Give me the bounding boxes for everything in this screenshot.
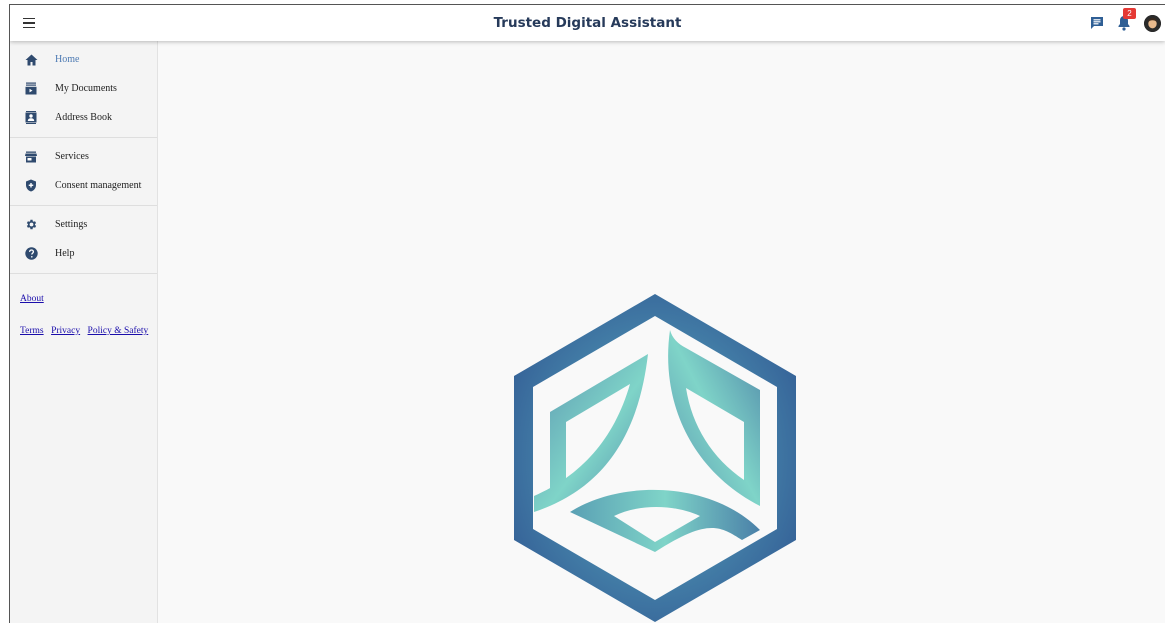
nav-group-main: Home My Documents Address Book: [10, 41, 157, 138]
terms-link[interactable]: Terms: [20, 326, 44, 336]
shield-icon: [24, 179, 38, 193]
sidebar-item-services[interactable]: Services: [10, 142, 157, 171]
contacts-icon: [24, 111, 38, 125]
sidebar-item-settings[interactable]: Settings: [10, 210, 157, 239]
privacy-link[interactable]: Privacy: [51, 326, 80, 336]
main-content: [158, 41, 1165, 623]
top-app-bar: Trusted Digital Assistant 2: [10, 5, 1165, 41]
help-icon: [24, 247, 38, 261]
sidebar-item-home[interactable]: Home: [10, 45, 157, 74]
sidebar-item-help[interactable]: Help: [10, 239, 157, 268]
sidebar-item-label: Home: [55, 54, 80, 65]
nav-group-services: Services Consent management: [10, 138, 157, 206]
app-window: Trusted Digital Assistant 2 Home My Docu…: [9, 4, 1165, 623]
user-avatar[interactable]: [1144, 15, 1161, 32]
sidebar-item-label: Help: [55, 248, 75, 259]
chat-icon[interactable]: [1089, 15, 1105, 31]
footer-links: About Terms Privacy Policy & Safety: [10, 274, 157, 338]
about-link[interactable]: About: [20, 294, 44, 304]
sidebar-item-label: My Documents: [55, 83, 117, 94]
home-icon: [24, 53, 38, 67]
sidebar-item-label: Consent management: [55, 180, 142, 191]
sidebar-item-my-documents[interactable]: My Documents: [10, 74, 157, 103]
documents-icon: [24, 82, 38, 96]
app-title: Trusted Digital Assistant: [493, 15, 682, 31]
sidebar-item-label: Services: [55, 151, 89, 162]
hamburger-menu-icon[interactable]: [20, 14, 40, 32]
sidebar-item-consent-management[interactable]: Consent management: [10, 171, 157, 200]
policy-safety-link[interactable]: Policy & Safety: [88, 326, 149, 336]
sidebar-item-address-book[interactable]: Address Book: [10, 103, 157, 132]
nav-group-settings: Settings Help: [10, 206, 157, 274]
sidebar-item-label: Settings: [55, 219, 88, 230]
app-logo-icon: [514, 294, 796, 622]
store-icon: [24, 150, 38, 164]
gear-icon: [24, 218, 38, 232]
notification-badge: 2: [1123, 8, 1136, 19]
sidebar-item-label: Address Book: [55, 112, 112, 123]
sidebar: Home My Documents Address Book Services …: [10, 41, 158, 623]
